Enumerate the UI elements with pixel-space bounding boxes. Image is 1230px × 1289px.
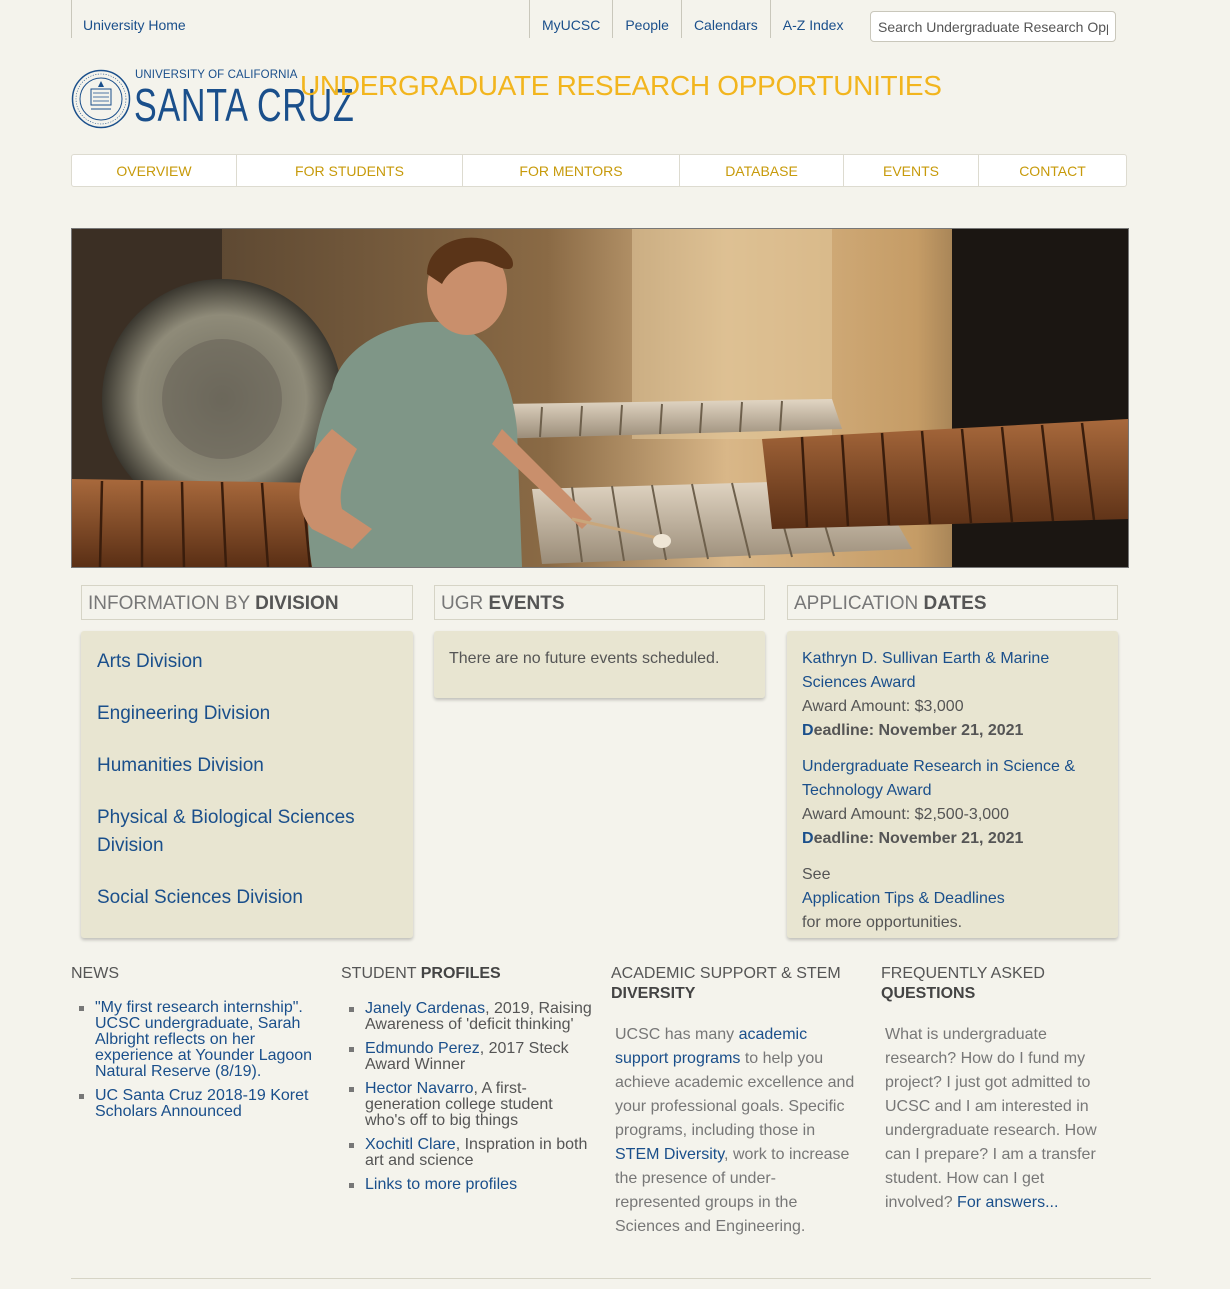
award-deadline: Deadline: November 21, 2021 [802,827,1092,851]
academic-text-1: UCSC has many [615,1026,739,1043]
profile-link[interactable]: Janely Cardenas [365,1000,485,1017]
division-heading-bold: DIVISION [255,593,339,614]
award-deadline: Deadline: November 21, 2021 [802,719,1092,743]
faq-text: What is undergraduate research? How do I… [885,1023,1115,1215]
no-events-text: There are no future events scheduled. [449,650,720,667]
arts-division-link[interactable]: Arts Division [97,648,203,676]
bullet-icon [349,1007,354,1012]
social-sciences-division-link[interactable]: Social Sciences Division [97,884,303,912]
search-input[interactable] [870,11,1116,42]
list-item: Edmundo Perez, 2017 Steck Award Winner [341,1041,593,1073]
deadline-initial: D [802,722,814,739]
deadline-rest: eadline: November 21, 2021 [813,830,1024,847]
list-item: UC Santa Cruz 2018-19 Koret Scholars Ann… [71,1088,321,1120]
faq-heading: FREQUENTLY ASKED QUESTIONS [881,964,1131,1004]
bullet-icon [349,1143,354,1148]
news-heading: NEWS [71,965,119,982]
humanities-division-link[interactable]: Humanities Division [97,752,264,780]
faq-heading-plain: FREQUENTLY ASKED [881,965,1045,982]
division-heading: INFORMATION BY DIVISION [81,585,413,620]
list-item: Xochitl Clare, Inspration in both art an… [341,1137,593,1169]
az-index-link[interactable]: A-Z Index [769,0,856,38]
list-item: "My first research internship". UCSC und… [71,1000,321,1080]
award-item: Kathryn D. Sullivan Earth & Marine Scien… [802,647,1092,743]
news-list: "My first research internship". UCSC und… [71,1000,321,1128]
award-item: Undergraduate Research in Science & Tech… [802,755,1092,851]
utility-links: MyUCSC People Calendars A-Z Index [529,0,855,38]
academic-heading: ACADEMIC SUPPORT & STEM DIVERSITY [611,964,861,1004]
footer-divider [71,1278,1151,1279]
award-amount: Award Amount: $2,500-3,000 [802,806,1009,823]
academic-heading-plain: ACADEMIC SUPPORT & STEM [611,965,841,982]
nav-contact[interactable]: CONTACT [979,155,1126,186]
profile-link[interactable]: Hector Navarro [365,1080,473,1097]
bullet-icon [349,1047,354,1052]
faq-body: What is undergraduate research? How do I… [885,1026,1097,1211]
list-item: Janely Cardenas, 2019, Raising Awareness… [341,1001,593,1033]
nav-overview[interactable]: OVERVIEW [72,155,237,186]
engineering-division-link[interactable]: Engineering Division [97,700,270,728]
more-suffix: for more opportunities. [802,914,963,931]
deadline-initial: D [802,830,814,847]
events-heading-bold: EVENTS [488,593,565,614]
list-item: Hector Navarro, A first-generation colle… [341,1081,593,1129]
stem-diversity-link[interactable]: STEM Diversity [615,1146,724,1163]
events-panel: There are no future events scheduled. [434,631,765,698]
deadline-rest: eadline: November 21, 2021 [813,722,1024,739]
utility-bar: University Home MyUCSC People Calendars … [0,0,1230,48]
bullet-icon [349,1087,354,1092]
division-panel: Arts Division Engineering Division Human… [81,631,413,938]
faq-heading-bold: QUESTIONS [881,985,976,1002]
award-amount: Award Amount: $3,000 [802,698,964,715]
more-opportunities-text: See Application Tips & Deadlines for mor… [802,863,1092,935]
pbs-division-link[interactable]: Physical & Biological Sciences Division [97,804,377,860]
profile-link[interactable]: Xochitl Clare [365,1136,456,1153]
profiles-heading-plain: STUDENT [341,965,421,982]
award-title-link[interactable]: Kathryn D. Sullivan Earth & Marine Scien… [802,647,1092,695]
events-heading: UGR EVENTS [434,585,765,620]
bullet-icon [349,1183,354,1188]
bullet-icon [79,1094,84,1099]
dates-heading-plain: APPLICATION [794,593,924,614]
university-home-link[interactable]: University Home [71,0,186,38]
main-nav: OVERVIEW FOR STUDENTS FOR MENTORS DATABA… [71,154,1127,187]
ucsc-logo[interactable]: UNIVERSITY OF CALIFORNIA SANTA CRUZ [71,68,354,130]
events-heading-plain: UGR [441,593,489,614]
nav-events[interactable]: EVENTS [844,155,979,186]
myucsc-link[interactable]: MyUCSC [529,0,612,38]
dates-heading: APPLICATION DATES [787,585,1118,620]
application-tips-link[interactable]: Application Tips & Deadlines [802,887,1092,911]
uc-seal-icon [71,69,131,129]
academic-text: UCSC has many academic support programs … [615,1023,855,1239]
dates-heading-bold: DATES [923,593,987,614]
profile-link[interactable]: Edmundo Perez [365,1040,480,1057]
list-item: Links to more profiles [341,1177,593,1193]
hero-image [71,228,1129,568]
profiles-heading: STUDENT PROFILES [341,964,501,984]
people-link[interactable]: People [612,0,681,38]
dates-panel: Kathryn D. Sullivan Earth & Marine Scien… [787,631,1118,938]
profiles-list: Janely Cardenas, 2019, Raising Awareness… [341,1001,593,1201]
nav-for-mentors[interactable]: FOR MENTORS [463,155,680,186]
nav-database[interactable]: DATABASE [680,155,844,186]
nav-for-students[interactable]: FOR STUDENTS [237,155,463,186]
more-prefix: See [802,866,831,883]
site-title[interactable]: UNDERGRADUATE RESEARCH OPPORTUNITIES [300,70,942,102]
news-link[interactable]: UC Santa Cruz 2018-19 Koret Scholars Ann… [95,1087,308,1120]
award-title-link[interactable]: Undergraduate Research in Science & Tech… [802,755,1092,803]
calendars-link[interactable]: Calendars [680,0,770,38]
bullet-icon [79,1006,84,1011]
profiles-heading-bold: PROFILES [420,965,501,982]
more-profiles-link[interactable]: Links to more profiles [365,1176,517,1193]
news-link[interactable]: "My first research internship". UCSC und… [95,999,312,1080]
faq-answers-link[interactable]: For answers... [957,1194,1058,1211]
division-heading-plain: INFORMATION BY [88,593,256,614]
academic-heading-bold: DIVERSITY [611,985,696,1002]
